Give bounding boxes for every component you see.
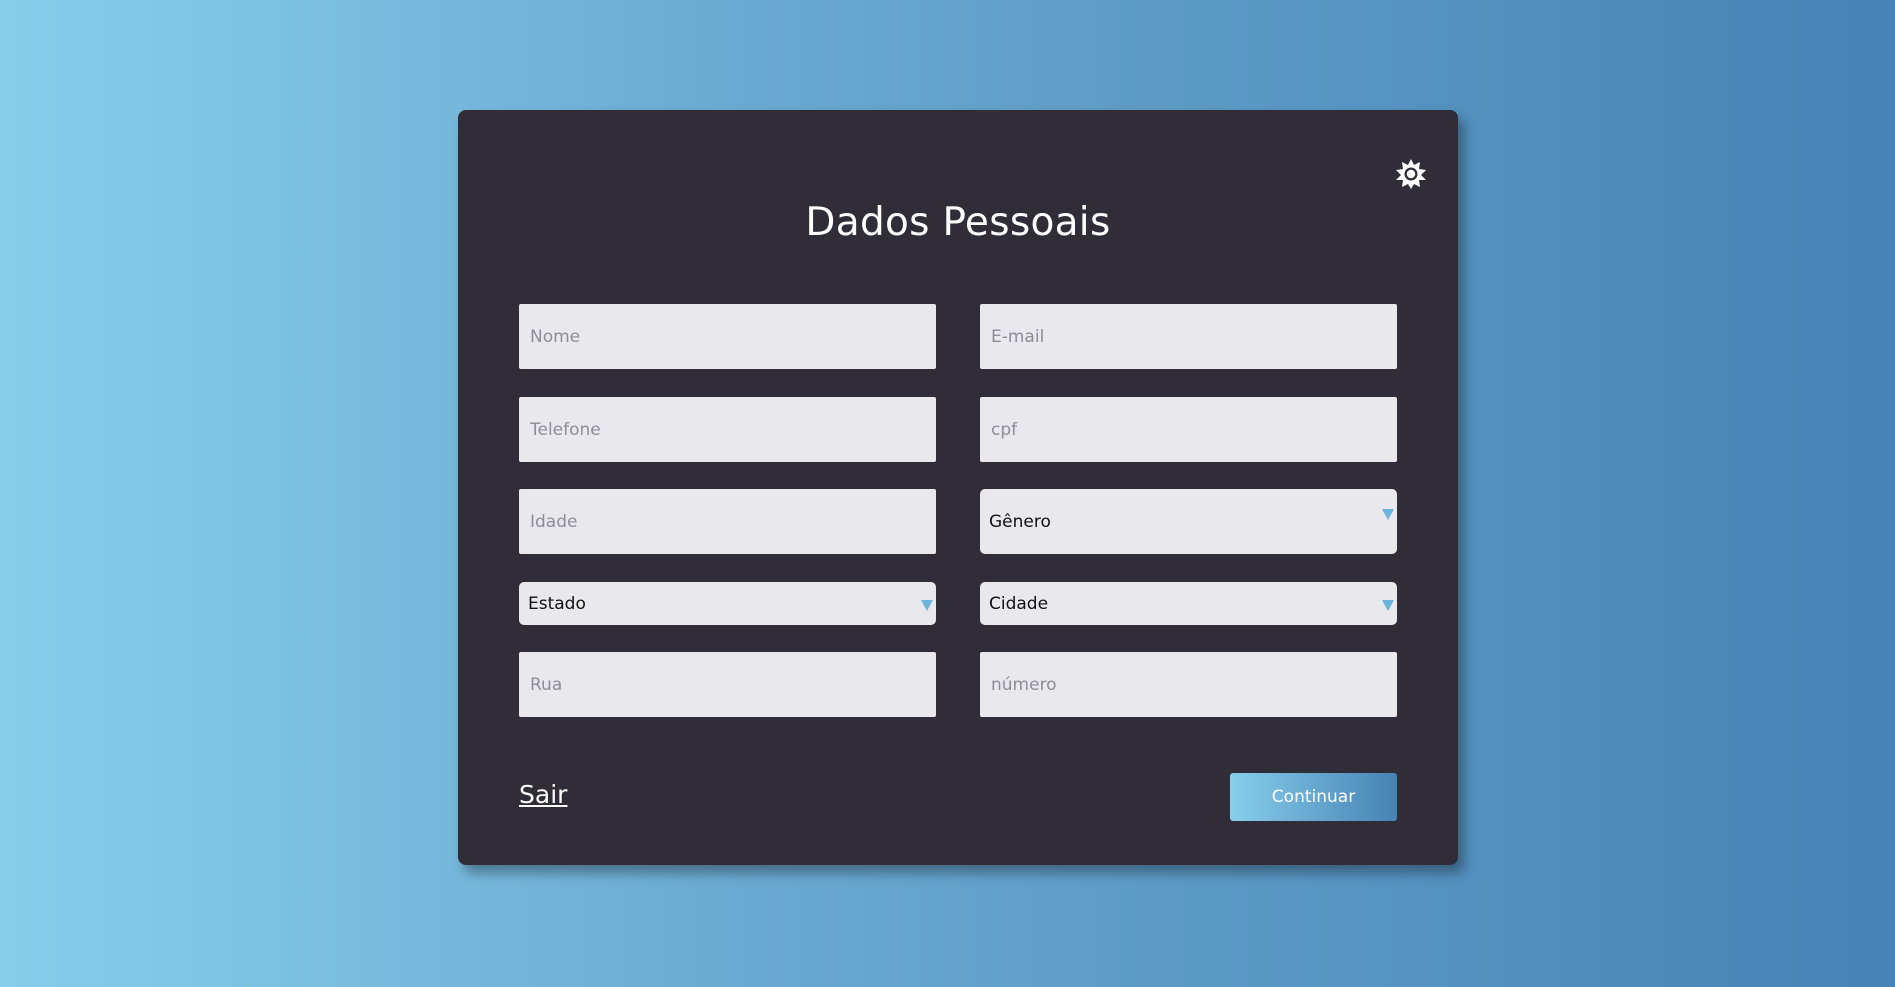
chevron-down-icon bbox=[921, 600, 933, 611]
theme-toggle-button[interactable] bbox=[1390, 153, 1432, 195]
page-title: Dados Pessoais bbox=[805, 200, 1111, 245]
street-input[interactable] bbox=[519, 652, 936, 717]
number-input[interactable] bbox=[980, 652, 1397, 717]
city-select[interactable]: Cidade bbox=[980, 582, 1397, 625]
email-input[interactable] bbox=[980, 304, 1397, 369]
chevron-down-icon bbox=[1382, 509, 1394, 520]
exit-link[interactable]: Sair bbox=[519, 780, 567, 809]
name-input[interactable] bbox=[519, 304, 936, 369]
personal-data-card: Dados Pessoais Gênero Estado Cidade Sair… bbox=[458, 110, 1458, 865]
sun-icon bbox=[1396, 159, 1426, 189]
phone-input[interactable] bbox=[519, 397, 936, 462]
cpf-input[interactable] bbox=[980, 397, 1397, 462]
continue-button[interactable]: Continuar bbox=[1230, 773, 1397, 821]
state-select-value: Estado bbox=[528, 593, 586, 614]
state-select[interactable]: Estado bbox=[519, 582, 936, 625]
chevron-down-icon bbox=[1382, 600, 1394, 611]
age-input[interactable] bbox=[519, 489, 936, 554]
city-select-value: Cidade bbox=[989, 593, 1049, 614]
gender-select[interactable]: Gênero bbox=[980, 489, 1397, 554]
gender-select-value: Gênero bbox=[989, 511, 1051, 532]
